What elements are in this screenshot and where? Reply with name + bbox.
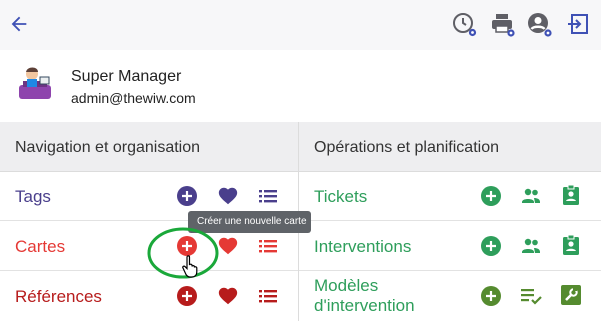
hand-cursor-icon <box>182 255 198 278</box>
people-icon[interactable] <box>520 185 542 207</box>
references-label[interactable]: Références <box>15 287 102 307</box>
intervention-templates-line1: Modèles <box>314 276 379 295</box>
list-item-tickets[interactable]: Tickets <box>299 172 601 221</box>
list-icon[interactable] <box>257 235 279 257</box>
list-item-intervention-templates[interactable]: Modèles d'intervention <box>299 272 601 321</box>
wrench-icon[interactable] <box>560 284 582 306</box>
list-icon[interactable] <box>257 185 279 207</box>
add-circle-icon[interactable] <box>480 285 502 307</box>
badge-icon[interactable] <box>560 234 582 256</box>
heart-icon[interactable] <box>217 185 239 207</box>
add-circle-icon[interactable] <box>480 235 502 257</box>
add-circle-icon[interactable] <box>176 185 198 207</box>
people-icon[interactable] <box>520 235 542 257</box>
cartes-label[interactable]: Cartes <box>15 237 65 257</box>
navigation-header-title: Navigation et organisation <box>15 139 201 156</box>
list-item-interventions[interactable]: Interventions <box>299 222 601 271</box>
avatar <box>19 67 51 99</box>
intervention-templates-label[interactable]: Modèles d'intervention <box>314 276 415 316</box>
tickets-label[interactable]: Tickets <box>314 187 367 207</box>
user-email: admin@thewiw.com <box>71 90 196 106</box>
logout-icon[interactable] <box>566 12 590 36</box>
tags-label[interactable]: Tags <box>15 187 51 207</box>
clock-settings-icon[interactable] <box>451 11 479 39</box>
interventions-label[interactable]: Interventions <box>314 237 411 257</box>
navigation-header: Navigation et organisation <box>0 122 298 172</box>
intervention-templates-line2: d'intervention <box>314 296 415 315</box>
printer-settings-icon[interactable] <box>489 11 517 39</box>
badge-icon[interactable] <box>560 184 582 206</box>
heart-icon[interactable] <box>217 235 239 257</box>
add-circle-icon[interactable] <box>176 285 198 307</box>
list-check-icon[interactable] <box>520 285 542 307</box>
account-settings-icon[interactable] <box>526 11 554 39</box>
back-arrow-icon[interactable] <box>8 13 30 35</box>
top-bar <box>0 0 601 50</box>
operations-header: Opérations et planification <box>299 122 601 172</box>
operations-header-title: Opérations et planification <box>314 139 499 156</box>
list-icon[interactable] <box>257 285 279 307</box>
operations-column: Opérations et planification Tickets Inte… <box>299 122 601 321</box>
heart-icon[interactable] <box>217 285 239 307</box>
user-profile: Super Manager admin@thewiw.com <box>0 50 601 122</box>
user-name: Super Manager <box>71 68 182 85</box>
add-circle-icon[interactable] <box>480 185 502 207</box>
